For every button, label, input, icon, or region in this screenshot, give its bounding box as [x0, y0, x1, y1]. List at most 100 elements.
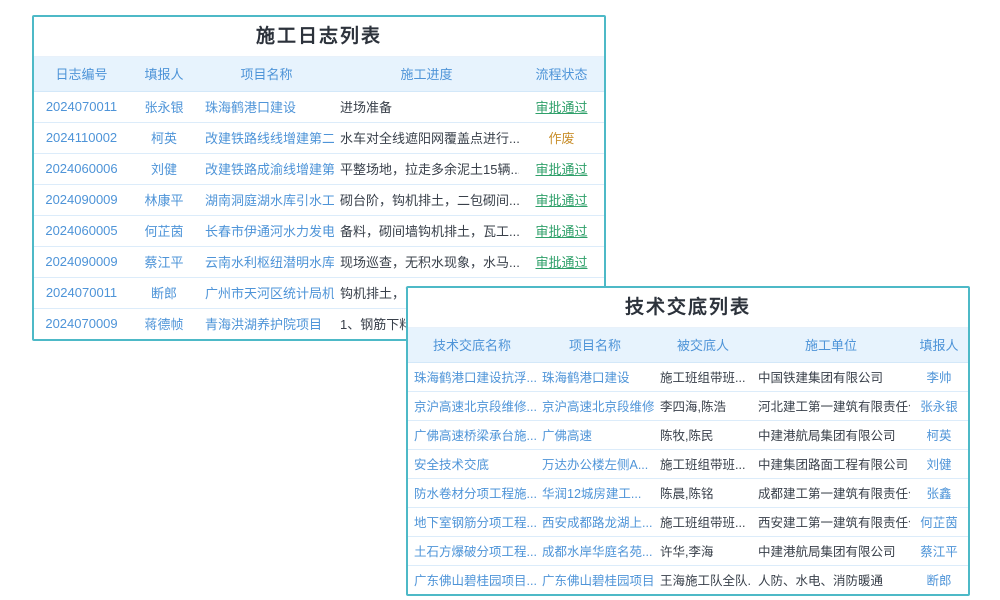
- log-progress-cell: 水车对全线遮阳网覆盖点进行...: [334, 122, 519, 153]
- technical-disclosure-table: 技术交底名称 项目名称 被交底人 施工单位 填报人 珠海鹤港口建设抗浮...珠海…: [408, 328, 968, 594]
- col-header-disclosure-name: 技术交底名称: [408, 328, 536, 362]
- disclosure-name-link[interactable]: 广东佛山碧桂园项目...: [408, 565, 536, 594]
- log-progress-cell: 备料，砌间墙钩机排土，瓦工...: [334, 215, 519, 246]
- disclosure-name-link[interactable]: 地下室钢筋分项工程...: [408, 507, 536, 536]
- log-reporter-cell[interactable]: 林康平: [129, 184, 199, 215]
- col-header-disclosure-receiver: 被交底人: [654, 328, 752, 362]
- log-reporter-cell[interactable]: 蒋德帧: [129, 308, 199, 339]
- log-progress-cell: 进场准备: [334, 91, 519, 122]
- log-project-link[interactable]: 改建铁路成渝线增建第二...: [199, 153, 334, 184]
- disclosure-project-link[interactable]: 广东佛山碧桂园项目: [536, 565, 654, 594]
- log-status-badge[interactable]: 审批通过: [519, 184, 604, 215]
- log-id-cell[interactable]: 2024060006: [34, 153, 129, 184]
- log-project-link[interactable]: 云南水利枢纽潜明水库一...: [199, 246, 334, 277]
- log-id-cell[interactable]: 2024060005: [34, 215, 129, 246]
- disclosure-project-link[interactable]: 京沪高速北京段维修: [536, 391, 654, 420]
- disclosure-receiver-cell: 施工班组带班...: [654, 449, 752, 478]
- table-row: 京沪高速北京段维修...京沪高速北京段维修李四海,陈浩河北建工第一建筑有限责任公…: [408, 391, 968, 420]
- disclosure-reporter-cell[interactable]: 李帅: [910, 362, 968, 391]
- disclosure-reporter-cell[interactable]: 刘健: [910, 449, 968, 478]
- table-row: 2024060006刘健改建铁路成渝线增建第二...平整场地，拉走多余泥土15辆…: [34, 153, 604, 184]
- disclosure-receiver-cell: 陈牧,陈民: [654, 420, 752, 449]
- col-header-log-progress: 施工进度: [334, 57, 519, 91]
- disclosure-project-link[interactable]: 华润12城房建工...: [536, 478, 654, 507]
- disclosure-reporter-cell[interactable]: 何芷茵: [910, 507, 968, 536]
- table-row: 2024090009林康平湖南洞庭湖水库引水工程...砌台阶，钩机排土，二包砌间…: [34, 184, 604, 215]
- table-row: 防水卷材分项工程施...华润12城房建工...陈晨,陈铭成都建工第一建筑有限责任…: [408, 478, 968, 507]
- log-status-badge[interactable]: 审批通过: [519, 91, 604, 122]
- table-row: 土石方爆破分项工程...成都水岸华庭名苑...许华,李海中建港航局集团有限公司蔡…: [408, 536, 968, 565]
- table-row: 2024070011张永银珠海鹤港口建设进场准备审批通过: [34, 91, 604, 122]
- disclosure-name-link[interactable]: 防水卷材分项工程施...: [408, 478, 536, 507]
- log-id-cell[interactable]: 2024110002: [34, 122, 129, 153]
- table-row: 地下室钢筋分项工程...西安成都路龙湖上...施工班组带班...西安建工第一建筑…: [408, 507, 968, 536]
- disclosure-unit-cell: 成都建工第一建筑有限责任公司: [752, 478, 910, 507]
- log-id-cell[interactable]: 2024090009: [34, 246, 129, 277]
- disclosure-reporter-cell[interactable]: 蔡江平: [910, 536, 968, 565]
- disclosure-receiver-cell: 许华,李海: [654, 536, 752, 565]
- log-status-badge[interactable]: 审批通过: [519, 215, 604, 246]
- disclosure-receiver-cell: 王海施工队全队...: [654, 565, 752, 594]
- col-header-disclosure-unit: 施工单位: [752, 328, 910, 362]
- log-progress-cell: 平整场地，拉走多余泥土15辆...: [334, 153, 519, 184]
- log-id-cell[interactable]: 2024070011: [34, 277, 129, 308]
- log-reporter-cell[interactable]: 蔡江平: [129, 246, 199, 277]
- log-project-link[interactable]: 青海洪湖养护院项目: [199, 308, 334, 339]
- log-status-badge[interactable]: 作废: [519, 122, 604, 153]
- disclosure-unit-cell: 中建集团路面工程有限公司: [752, 449, 910, 478]
- disclosure-reporter-cell[interactable]: 柯英: [910, 420, 968, 449]
- log-progress-cell: 现场巡查，无积水现象，水马...: [334, 246, 519, 277]
- log-id-cell[interactable]: 2024070011: [34, 91, 129, 122]
- log-status-badge[interactable]: 审批通过: [519, 246, 604, 277]
- disclosure-reporter-cell[interactable]: 张鑫: [910, 478, 968, 507]
- log-id-cell[interactable]: 2024070009: [34, 308, 129, 339]
- log-reporter-cell[interactable]: 刘健: [129, 153, 199, 184]
- disclosure-unit-cell: 中国铁建集团有限公司: [752, 362, 910, 391]
- disclosure-receiver-cell: 施工班组带班...: [654, 507, 752, 536]
- disclosure-name-link[interactable]: 珠海鹤港口建设抗浮...: [408, 362, 536, 391]
- table-row: 2024110002柯英改建铁路线线增建第二线直...水车对全线遮阳网覆盖点进行…: [34, 122, 604, 153]
- disclosure-unit-cell: 中建港航局集团有限公司: [752, 420, 910, 449]
- col-header-log-reporter: 填报人: [129, 57, 199, 91]
- disclosure-name-link[interactable]: 土石方爆破分项工程...: [408, 536, 536, 565]
- disclosure-project-link[interactable]: 成都水岸华庭名苑...: [536, 536, 654, 565]
- disclosure-reporter-cell[interactable]: 张永银: [910, 391, 968, 420]
- disclosure-receiver-cell: 陈晨,陈铭: [654, 478, 752, 507]
- col-header-disclosure-project: 项目名称: [536, 328, 654, 362]
- log-reporter-cell[interactable]: 张永银: [129, 91, 199, 122]
- disclosure-receiver-cell: 施工班组带班...: [654, 362, 752, 391]
- col-header-log-status: 流程状态: [519, 57, 604, 91]
- col-header-disclosure-reporter: 填报人: [910, 328, 968, 362]
- log-project-link[interactable]: 珠海鹤港口建设: [199, 91, 334, 122]
- disclosure-project-link[interactable]: 西安成都路龙湖上...: [536, 507, 654, 536]
- disclosure-unit-cell: 河北建工第一建筑有限责任公司: [752, 391, 910, 420]
- disclosure-name-link[interactable]: 广佛高速桥梁承台施...: [408, 420, 536, 449]
- log-reporter-cell[interactable]: 何芷茵: [129, 215, 199, 246]
- construction-log-title: 施工日志列表: [34, 17, 604, 57]
- disclosure-project-link[interactable]: 广佛高速: [536, 420, 654, 449]
- disclosure-name-link[interactable]: 安全技术交底: [408, 449, 536, 478]
- log-status-badge[interactable]: 审批通过: [519, 153, 604, 184]
- log-project-link[interactable]: 长春市伊通河水力发电厂...: [199, 215, 334, 246]
- table-row: 珠海鹤港口建设抗浮...珠海鹤港口建设施工班组带班...中国铁建集团有限公司李帅: [408, 362, 968, 391]
- disclosure-reporter-cell[interactable]: 断郎: [910, 565, 968, 594]
- disclosure-unit-cell: 中建港航局集团有限公司: [752, 536, 910, 565]
- construction-log-header-row: 日志编号 填报人 项目名称 施工进度 流程状态: [34, 57, 604, 91]
- log-reporter-cell[interactable]: 断郎: [129, 277, 199, 308]
- log-project-link[interactable]: 湖南洞庭湖水库引水工程...: [199, 184, 334, 215]
- disclosure-unit-cell: 西安建工第一建筑有限责任公司: [752, 507, 910, 536]
- log-progress-cell: 砌台阶，钩机排土，二包砌间...: [334, 184, 519, 215]
- log-reporter-cell[interactable]: 柯英: [129, 122, 199, 153]
- disclosure-name-link[interactable]: 京沪高速北京段维修...: [408, 391, 536, 420]
- technical-disclosure-title: 技术交底列表: [408, 288, 968, 328]
- technical-disclosure-panel: 技术交底列表 技术交底名称 项目名称 被交底人 施工单位 填报人 珠海鹤港口建设…: [406, 286, 970, 596]
- table-row: 广佛高速桥梁承台施...广佛高速陈牧,陈民中建港航局集团有限公司柯英: [408, 420, 968, 449]
- technical-disclosure-header-row: 技术交底名称 项目名称 被交底人 施工单位 填报人: [408, 328, 968, 362]
- log-project-link[interactable]: 改建铁路线线增建第二线直...: [199, 122, 334, 153]
- table-row: 广东佛山碧桂园项目...广东佛山碧桂园项目王海施工队全队...人防、水电、消防暖…: [408, 565, 968, 594]
- log-id-cell[interactable]: 2024090009: [34, 184, 129, 215]
- disclosure-project-link[interactable]: 珠海鹤港口建设: [536, 362, 654, 391]
- table-row: 2024090009蔡江平云南水利枢纽潜明水库一...现场巡查，无积水现象，水马…: [34, 246, 604, 277]
- disclosure-project-link[interactable]: 万达办公楼左侧A...: [536, 449, 654, 478]
- log-project-link[interactable]: 广州市天河区统计局机房...: [199, 277, 334, 308]
